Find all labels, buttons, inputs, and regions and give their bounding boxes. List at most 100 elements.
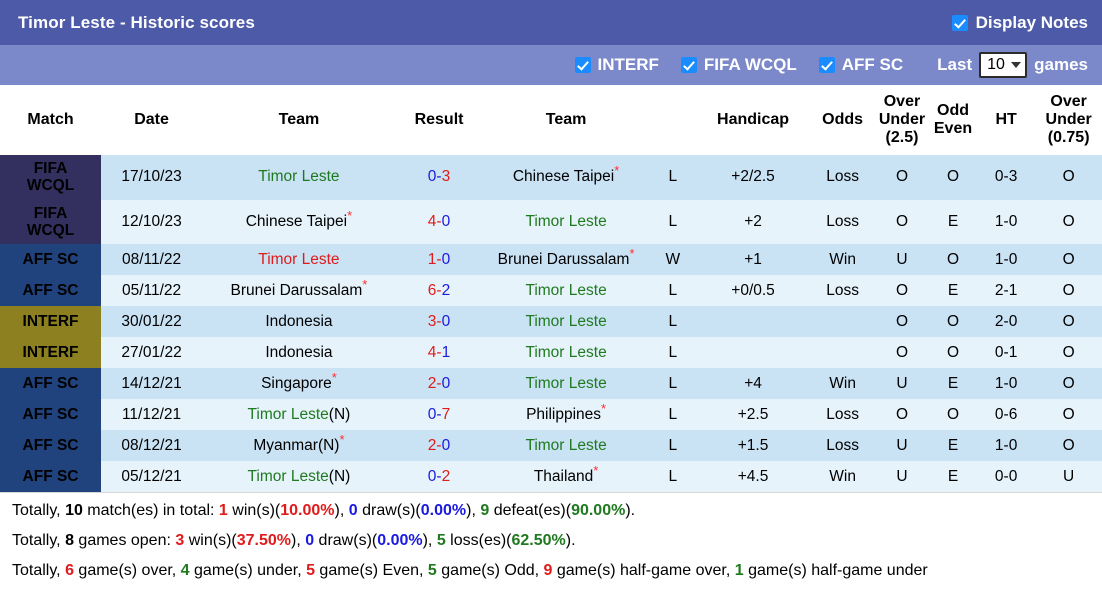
- filter-interf[interactable]: INTERF: [574, 55, 659, 75]
- col-header-over-under-075[interactable]: Over Under (0.75): [1035, 85, 1102, 155]
- home-team[interactable]: Indonesia: [202, 306, 396, 338]
- over-under-25-value: O: [874, 399, 930, 431]
- win-loss-indicator: L: [649, 368, 696, 400]
- ou25-line3: (2.5): [885, 128, 919, 146]
- league-badge[interactable]: FIFA WCQL: [0, 199, 102, 245]
- col-header-team-home[interactable]: Team: [202, 85, 396, 155]
- score-away: 7: [441, 405, 451, 423]
- games-count-select-wrap[interactable]: 510203050: [979, 52, 1028, 78]
- home-team[interactable]: Timor Leste: [202, 244, 396, 276]
- home-team[interactable]: Timor Leste(N): [202, 399, 396, 431]
- home-team[interactable]: Brunei Darussalam*: [202, 275, 396, 307]
- match-score: 0-7: [395, 399, 483, 431]
- league-badge[interactable]: INTERF: [0, 306, 102, 338]
- league-badge[interactable]: AFF SC: [0, 430, 102, 462]
- away-team[interactable]: Chinese Taipei*: [482, 155, 650, 200]
- table-row[interactable]: AFF SC 14/12/21 Singapore* 2-0 Timor Leste L +…: [0, 368, 1102, 400]
- league-badge[interactable]: AFF SC: [0, 244, 102, 276]
- over-under-25-value: O: [874, 155, 930, 200]
- away-team[interactable]: Brunei Darussalam*: [482, 244, 650, 276]
- score-away: 0: [441, 312, 451, 330]
- summary-open-segment: ).: [565, 532, 576, 550]
- away-team[interactable]: Timor Leste: [482, 306, 650, 338]
- over-under-25-value: O: [874, 306, 930, 338]
- col-header-odds[interactable]: Odds: [810, 85, 875, 155]
- odd-even-value: E: [929, 275, 977, 307]
- handicap-value: [695, 337, 811, 369]
- away-star-icon: *: [601, 400, 607, 416]
- half-time-score: 2-1: [976, 275, 1036, 307]
- table-row[interactable]: AFF SC 05/11/22 Brunei Darussalam* 6-2 Timor…: [0, 275, 1102, 307]
- summary-ou-segment: Totally,: [12, 562, 66, 580]
- table-row[interactable]: FIFA WCQL 12/10/23 Chinese Taipei* 4-0 Timor …: [0, 199, 1102, 245]
- col-header-team-away[interactable]: Team: [482, 85, 650, 155]
- league-badge[interactable]: INTERF: [0, 337, 102, 369]
- home-team-name: Chinese Taipei: [245, 213, 348, 231]
- col-header-ht[interactable]: HT: [976, 85, 1036, 155]
- home-team-name: Myanmar: [253, 436, 318, 454]
- summary-open-segment: 3: [175, 532, 185, 550]
- summary-total-segment: defeat(es)(: [489, 502, 572, 520]
- aff-sc-checkbox[interactable]: [818, 57, 835, 73]
- away-team[interactable]: Timor Leste: [482, 430, 650, 462]
- league-badge[interactable]: AFF SC: [0, 368, 102, 400]
- odds-result: [810, 337, 875, 369]
- away-star-icon: *: [614, 163, 620, 179]
- home-team[interactable]: Timor Leste(N): [202, 461, 396, 493]
- col-header-odd-even[interactable]: Odd Even: [929, 85, 977, 155]
- away-team-name: Timor Leste: [525, 312, 607, 330]
- last-games-control: Last 510203050 games: [937, 52, 1088, 78]
- table-row[interactable]: AFF SC 08/11/22 Timor Leste 1-0 Brunei Darus…: [0, 244, 1102, 276]
- table-row[interactable]: AFF SC 05/12/21 Timor Leste(N) 0-2 Thailand*…: [0, 461, 1102, 493]
- away-team[interactable]: Timor Leste: [482, 337, 650, 369]
- fifa-wcql-checkbox[interactable]: [680, 57, 697, 73]
- home-team[interactable]: Singapore*: [202, 368, 396, 400]
- table-row[interactable]: INTERF 30/01/22 Indonesia 3-0 Timor Leste L O O…: [0, 306, 1102, 338]
- ou25-line2: Under: [878, 111, 926, 129]
- summary-total-segment: match(es) in total:: [82, 502, 219, 520]
- home-team[interactable]: Timor Leste: [202, 155, 396, 200]
- away-team[interactable]: Philippines*: [482, 399, 650, 431]
- interf-checkbox[interactable]: [574, 57, 591, 73]
- filter-aff-sc[interactable]: AFF SC: [818, 55, 903, 75]
- home-team[interactable]: Indonesia: [202, 337, 396, 369]
- league-badge[interactable]: AFF SC: [0, 275, 102, 307]
- table-row[interactable]: AFF SC 08/12/21 Myanmar(N)* 2-0 Timor Leste L…: [0, 430, 1102, 462]
- home-star-icon: *: [347, 207, 353, 223]
- summary-ou-segment: 5: [427, 562, 437, 580]
- home-team[interactable]: Myanmar(N)*: [202, 430, 396, 462]
- match-date: 05/12/21: [101, 461, 203, 493]
- col-header-date[interactable]: Date: [101, 85, 203, 155]
- filter-fifa-wcql[interactable]: FIFA WCQL: [680, 55, 797, 75]
- games-count-select[interactable]: 510203050: [979, 52, 1028, 78]
- league-badge-line: INTERF: [22, 313, 79, 331]
- league-badge[interactable]: FIFA WCQL: [0, 155, 102, 200]
- win-loss-indicator: L: [649, 461, 696, 493]
- table-row[interactable]: INTERF 27/01/22 Indonesia 4-1 Timor Leste L O O…: [0, 337, 1102, 369]
- over-under-25-value: U: [874, 368, 930, 400]
- league-badge[interactable]: AFF SC: [0, 399, 102, 431]
- odds-result: Loss: [810, 155, 875, 200]
- summary-total-segment: 9: [480, 502, 490, 520]
- odd-even-value: E: [929, 430, 977, 462]
- home-team[interactable]: Chinese Taipei*: [202, 199, 396, 245]
- display-notes-checkbox[interactable]: [951, 14, 968, 31]
- col-header-over-under-25[interactable]: Over Under (2.5): [874, 85, 930, 155]
- league-badge-line: AFF SC: [22, 282, 79, 300]
- display-notes-control[interactable]: Display Notes: [951, 13, 1088, 33]
- col-header-match[interactable]: Match: [0, 85, 102, 155]
- away-team[interactable]: Timor Leste: [482, 368, 650, 400]
- home-team-name: Timor Leste: [258, 250, 340, 268]
- score-away: 2: [441, 467, 451, 485]
- match-score: 4-1: [395, 337, 483, 369]
- historic-scores-page: Timor Leste - Historic scores Display No…: [0, 0, 1102, 600]
- table-row[interactable]: FIFA WCQL 17/10/23 Timor Leste 0-3 Chinese Ta…: [0, 155, 1102, 200]
- col-header-handicap[interactable]: Handicap: [695, 85, 811, 155]
- league-badge[interactable]: AFF SC: [0, 461, 102, 493]
- summary-total-segment: 0.00%: [420, 502, 467, 520]
- table-row[interactable]: AFF SC 11/12/21 Timor Leste(N) 0-7 Philippin…: [0, 399, 1102, 431]
- col-header-result[interactable]: Result: [395, 85, 483, 155]
- away-team[interactable]: Timor Leste: [482, 275, 650, 307]
- away-team[interactable]: Thailand*: [482, 461, 650, 493]
- away-team[interactable]: Timor Leste: [482, 199, 650, 245]
